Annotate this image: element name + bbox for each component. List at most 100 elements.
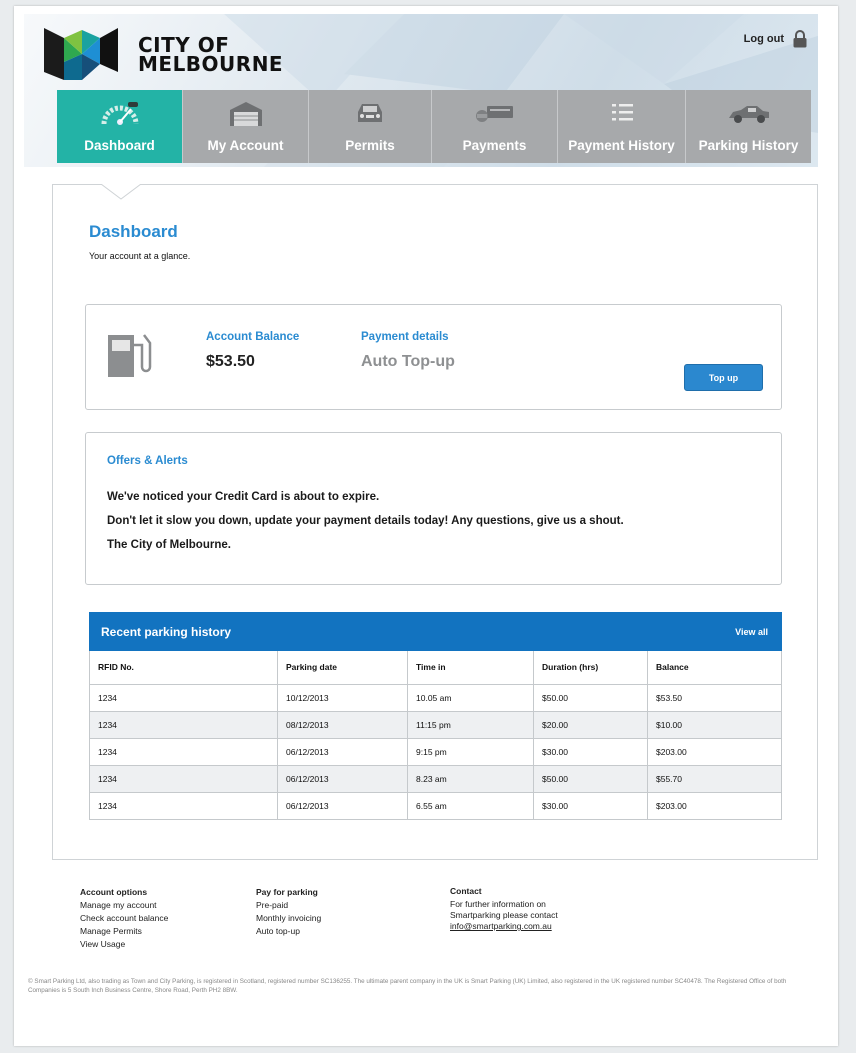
table-cell: $203.00 bbox=[647, 737, 782, 766]
tab-permits-label: Permits bbox=[345, 138, 395, 153]
offers-alerts-message: We've noticed your Credit Card is about … bbox=[107, 485, 624, 557]
table-cell: $203.00 bbox=[647, 791, 782, 820]
table-cell: 06/12/2013 bbox=[277, 737, 408, 766]
dashboard-panel: Dashboard Your account at a glance. Acco… bbox=[52, 184, 818, 860]
footer-contact-line-1: For further information on bbox=[450, 899, 546, 909]
page-subtitle: Your account at a glance. bbox=[89, 251, 191, 261]
view-all-link[interactable]: View all bbox=[735, 627, 768, 637]
table-cell: 1234 bbox=[89, 710, 278, 739]
table-cell: 6.55 am bbox=[407, 791, 534, 820]
column-header-rfid: RFID No. bbox=[89, 651, 278, 685]
logo-wordmark: CITY OF MELBOURNE bbox=[138, 35, 284, 76]
history-title: Recent parking history bbox=[101, 624, 232, 639]
table-cell: 8.23 am bbox=[407, 764, 534, 793]
page-title: Dashboard bbox=[89, 222, 178, 241]
footer-pay-for-parking: Pay for parking Pre-paid Monthly invoici… bbox=[256, 886, 321, 938]
tab-payment-history[interactable]: Payment History bbox=[558, 90, 686, 163]
tab-my-account-label: My Account bbox=[207, 138, 284, 153]
active-tab-pointer bbox=[101, 184, 141, 200]
footer-contact-line-2: Smartparking please contact bbox=[450, 910, 558, 920]
recent-parking-history: Recent parking history View all RFID No.… bbox=[89, 612, 782, 820]
table-cell: 1234 bbox=[89, 764, 278, 793]
account-balance-value: $53.50 bbox=[206, 353, 255, 370]
table-cell: $53.50 bbox=[647, 683, 782, 712]
table-cell: $10.00 bbox=[647, 710, 782, 739]
main-navigation: Dashboard My Account Permits Payments Pa… bbox=[57, 90, 811, 163]
table-cell: 06/12/2013 bbox=[277, 791, 408, 820]
tab-payment-history-label: Payment History bbox=[568, 138, 675, 153]
list-icon bbox=[611, 104, 633, 121]
logout-link[interactable]: Log out bbox=[744, 30, 808, 48]
table-row: 1234 08/12/2013 11:15 pm $20.00 $10.00 bbox=[89, 710, 782, 739]
tab-dashboard-label: Dashboard bbox=[84, 138, 155, 153]
footer-account-options: Account options Manage my account Check … bbox=[80, 886, 168, 951]
tab-my-account[interactable]: My Account bbox=[183, 90, 309, 163]
car-front-icon bbox=[358, 104, 382, 122]
account-balance-label: Account Balance bbox=[206, 331, 300, 343]
melbourne-m-logo-icon bbox=[44, 28, 118, 80]
table-cell: $50.00 bbox=[533, 683, 648, 712]
legal-notice: © Smart Parking Ltd, also trading as Tow… bbox=[28, 978, 787, 994]
offers-line-2: Don't let it slow you down, update your … bbox=[107, 515, 624, 527]
payment-details-label: Payment details bbox=[361, 331, 449, 343]
offers-alerts-title: Offers & Alerts bbox=[107, 455, 188, 467]
column-header-duration: Duration (hrs) bbox=[533, 651, 648, 685]
table-row: 1234 10/12/2013 10.05 am $50.00 $53.50 bbox=[89, 683, 782, 712]
parking-history-table: RFID No. Parking date Time in Duration (… bbox=[89, 651, 782, 820]
table-row: 1234 06/12/2013 9:15 pm $30.00 $203.00 bbox=[89, 737, 782, 766]
table-row: 1234 06/12/2013 6.55 am $30.00 $203.00 bbox=[89, 791, 782, 820]
footer-link-monthly-invoicing[interactable]: Monthly invoicing bbox=[256, 912, 321, 925]
table-header-row: RFID No. Parking date Time in Duration (… bbox=[89, 651, 782, 685]
table-cell: $30.00 bbox=[533, 791, 648, 820]
card-payment-icon bbox=[475, 106, 513, 122]
column-header-balance: Balance bbox=[647, 651, 782, 685]
footer-link-auto-top-up[interactable]: Auto top-up bbox=[256, 925, 321, 938]
payment-details-value: Auto Top-up bbox=[361, 353, 455, 370]
speedometer-icon bbox=[101, 102, 138, 125]
table-cell: $20.00 bbox=[533, 710, 648, 739]
footer-contact: Contact For further information on Smart… bbox=[450, 886, 558, 932]
table-row: 1234 06/12/2013 8.23 am $50.00 $55.70 bbox=[89, 764, 782, 793]
footer-pay-for-parking-title: Pay for parking bbox=[256, 887, 318, 897]
city-of-melbourne-logo[interactable]: CITY OF MELBOURNE bbox=[42, 24, 283, 86]
table-cell: $50.00 bbox=[533, 764, 648, 793]
offers-alerts-card: Offers & Alerts We've noticed your Credi… bbox=[85, 432, 782, 585]
footer-contact-title: Contact bbox=[450, 886, 482, 896]
car-side-icon bbox=[728, 106, 769, 123]
table-cell: $55.70 bbox=[647, 764, 782, 793]
table-cell: $30.00 bbox=[533, 737, 648, 766]
table-cell: 1234 bbox=[89, 737, 278, 766]
table-cell: 1234 bbox=[89, 791, 278, 820]
footer-link-check-balance[interactable]: Check account balance bbox=[80, 912, 168, 925]
garage-icon bbox=[229, 102, 262, 126]
footer-contact-email-link[interactable]: info@smartparking.com.au bbox=[450, 921, 552, 931]
logo-line-2: MELBOURNE bbox=[138, 52, 284, 76]
tab-payments[interactable]: Payments bbox=[432, 90, 558, 163]
fuel-pump-icon bbox=[108, 334, 152, 377]
table-cell: 10.05 am bbox=[407, 683, 534, 712]
tab-dashboard[interactable]: Dashboard bbox=[57, 90, 183, 163]
footer-link-manage-account[interactable]: Manage my account bbox=[80, 899, 168, 912]
top-up-button[interactable]: Top up bbox=[684, 364, 763, 391]
table-cell: 08/12/2013 bbox=[277, 710, 408, 739]
table-cell: 06/12/2013 bbox=[277, 764, 408, 793]
logout-label: Log out bbox=[743, 33, 784, 45]
table-cell: 11:15 pm bbox=[407, 710, 534, 739]
tab-parking-history-label: Parking History bbox=[698, 138, 799, 153]
table-cell: 9:15 pm bbox=[407, 737, 534, 766]
tab-payments-label: Payments bbox=[462, 138, 527, 153]
lock-icon bbox=[793, 30, 807, 48]
offers-line-1: We've noticed your Credit Card is about … bbox=[107, 491, 380, 503]
table-cell: 1234 bbox=[89, 683, 278, 712]
column-header-time-in: Time in bbox=[407, 651, 534, 685]
footer-link-view-usage[interactable]: View Usage bbox=[80, 938, 168, 951]
column-header-parking-date: Parking date bbox=[277, 651, 408, 685]
offers-line-3: The City of Melbourne. bbox=[107, 539, 231, 551]
account-balance-card: Account Balance $53.50 Payment details A… bbox=[85, 304, 782, 410]
table-cell: 10/12/2013 bbox=[277, 683, 408, 712]
footer-account-options-title: Account options bbox=[80, 887, 148, 897]
footer-link-pre-paid[interactable]: Pre-paid bbox=[256, 899, 321, 912]
tab-permits[interactable]: Permits bbox=[309, 90, 432, 163]
tab-parking-history[interactable]: Parking History bbox=[686, 90, 811, 163]
footer-link-manage-permits[interactable]: Manage Permits bbox=[80, 925, 168, 938]
